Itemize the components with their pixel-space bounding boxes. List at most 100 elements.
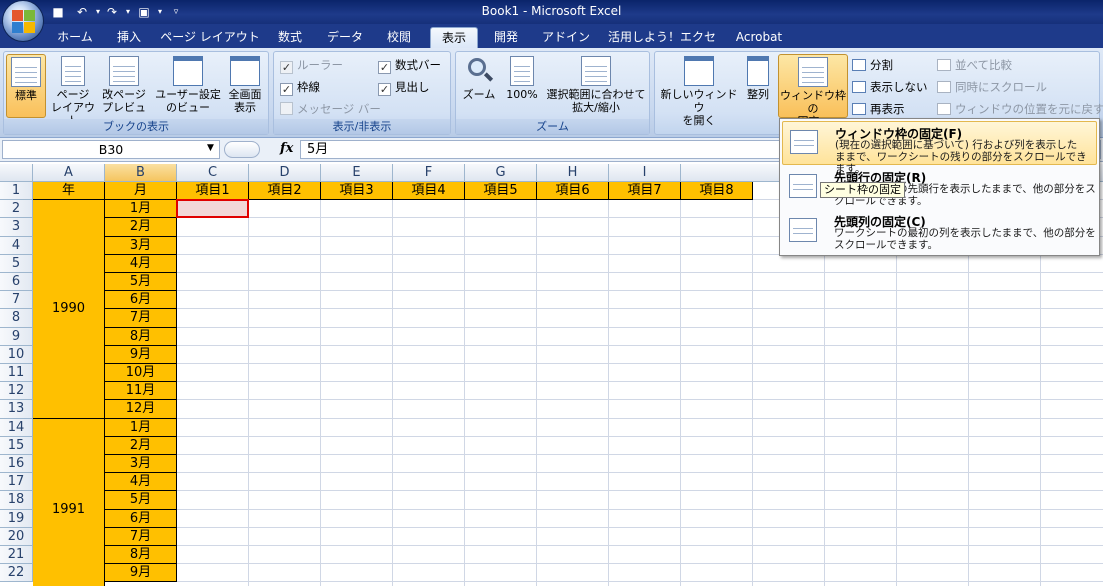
column-header[interactable]: B: [105, 164, 177, 182]
grid-cell[interactable]: [249, 382, 321, 401]
grid-cell[interactable]: [897, 436, 969, 455]
grid-cell[interactable]: [465, 364, 537, 383]
tab-developer[interactable]: 開発: [484, 27, 528, 48]
grid-cell[interactable]: [537, 418, 609, 437]
zoom-button[interactable]: ズーム: [460, 54, 498, 118]
grid-cell[interactable]: [537, 491, 609, 510]
month-cell[interactable]: 8月: [105, 546, 177, 565]
row-header[interactable]: 1: [0, 182, 33, 201]
tab-page-layout[interactable]: ページ レイアウト: [160, 27, 260, 48]
grid-cell[interactable]: [393, 273, 465, 292]
grid-cell[interactable]: [465, 291, 537, 310]
row-header[interactable]: 11: [0, 364, 33, 383]
grid-cell[interactable]: [465, 527, 537, 546]
column-header[interactable]: F: [393, 164, 465, 182]
office-button[interactable]: [2, 0, 44, 42]
grid-cell[interactable]: [681, 345, 753, 364]
month-cell[interactable]: 5月: [105, 273, 177, 292]
grid-cell[interactable]: [177, 364, 249, 383]
grid-cell[interactable]: [825, 291, 897, 310]
row-header[interactable]: 20: [0, 527, 33, 546]
row-header[interactable]: 9: [0, 327, 33, 346]
grid-cell[interactable]: [1041, 291, 1103, 310]
tab-review[interactable]: 校閲: [376, 27, 422, 48]
grid-cell[interactable]: [465, 200, 537, 219]
grid-cell[interactable]: [825, 273, 897, 292]
grid-cell[interactable]: [321, 273, 393, 292]
grid-cell[interactable]: [177, 546, 249, 565]
grid-cell[interactable]: [249, 564, 321, 583]
grid-cell[interactable]: [393, 309, 465, 328]
tab-home[interactable]: ホーム: [50, 27, 100, 48]
grid-cell[interactable]: [609, 546, 681, 565]
grid-cell[interactable]: [393, 345, 465, 364]
grid-cell[interactable]: [825, 418, 897, 437]
grid-cell[interactable]: [393, 582, 465, 586]
grid-cell[interactable]: [753, 582, 825, 586]
row-header[interactable]: 3: [0, 218, 33, 237]
column-header[interactable]: I: [609, 164, 681, 182]
grid-cell[interactable]: [609, 527, 681, 546]
header-cell[interactable]: 項目7: [609, 182, 681, 201]
grid-cell[interactable]: [465, 418, 537, 437]
menu-item-freeze-panes[interactable]: ウィンドウ枠の固定(F) (現在の選択範囲に基づいて) 行および列を表示した ま…: [782, 121, 1097, 175]
formula-bar-oval[interactable]: [224, 141, 260, 158]
month-cell[interactable]: 2月: [105, 218, 177, 237]
grid-cell[interactable]: [825, 400, 897, 419]
row-header[interactable]: 18: [0, 491, 33, 510]
grid-cell[interactable]: [249, 436, 321, 455]
grid-cell[interactable]: [1041, 582, 1103, 586]
reset-window-position-button[interactable]: ウィンドウの位置を元に戻す: [937, 99, 1103, 119]
grid-cell[interactable]: [609, 200, 681, 219]
grid-cell[interactable]: [969, 345, 1041, 364]
month-cell[interactable]: 9月: [105, 564, 177, 583]
grid-cell[interactable]: [681, 527, 753, 546]
grid-cell[interactable]: [1041, 419, 1103, 437]
grid-cell[interactable]: [609, 382, 681, 401]
grid-cell[interactable]: [969, 309, 1041, 328]
grid-cell[interactable]: [177, 527, 249, 546]
grid-cell[interactable]: [321, 254, 393, 273]
grid-cell[interactable]: [321, 455, 393, 474]
grid-cell[interactable]: [609, 327, 681, 346]
grid-cell[interactable]: [177, 291, 249, 310]
grid-cell[interactable]: [177, 218, 249, 237]
grid-cell[interactable]: [969, 254, 1041, 273]
grid-cell[interactable]: [393, 527, 465, 546]
grid-cell[interactable]: [177, 254, 249, 273]
grid-cell[interactable]: [177, 418, 249, 437]
grid-cell[interactable]: [249, 509, 321, 528]
grid-cell[interactable]: [1041, 437, 1103, 455]
grid-cell[interactable]: [465, 455, 537, 474]
tab-view[interactable]: 表示: [430, 27, 478, 48]
unhide-window-button[interactable]: 再表示: [852, 99, 905, 119]
grid-cell[interactable]: [969, 436, 1041, 455]
grid-cell[interactable]: [465, 273, 537, 292]
grid-cell[interactable]: [537, 436, 609, 455]
grid-cell[interactable]: [681, 364, 753, 383]
grid-cell[interactable]: [465, 436, 537, 455]
grid-cell[interactable]: [249, 309, 321, 328]
grid-cell[interactable]: [321, 327, 393, 346]
grid-cell[interactable]: [681, 455, 753, 474]
row-header[interactable]: 8: [0, 309, 33, 328]
grid-cell[interactable]: [609, 273, 681, 292]
grid-cell[interactable]: [753, 364, 825, 383]
grid-cell[interactable]: [609, 309, 681, 328]
month-cell[interactable]: 4月: [105, 473, 177, 492]
grid-cell[interactable]: [321, 345, 393, 364]
grid-cell[interactable]: [537, 309, 609, 328]
row-header[interactable]: 4: [0, 236, 33, 255]
grid-cell[interactable]: [177, 491, 249, 510]
grid-cell[interactable]: [465, 309, 537, 328]
grid-cell[interactable]: [969, 273, 1041, 292]
row-header[interactable]: 21: [0, 546, 33, 565]
grid-cell[interactable]: [825, 509, 897, 528]
grid-cell[interactable]: [321, 291, 393, 310]
month-cell[interactable]: 6月: [105, 509, 177, 528]
grid-cell[interactable]: [969, 491, 1041, 510]
page-layout-view-button[interactable]: ページ レイアウト: [50, 54, 96, 127]
grid-cell[interactable]: [321, 582, 393, 586]
grid-cell[interactable]: [393, 546, 465, 565]
normal-view-button[interactable]: 標準: [6, 54, 46, 118]
